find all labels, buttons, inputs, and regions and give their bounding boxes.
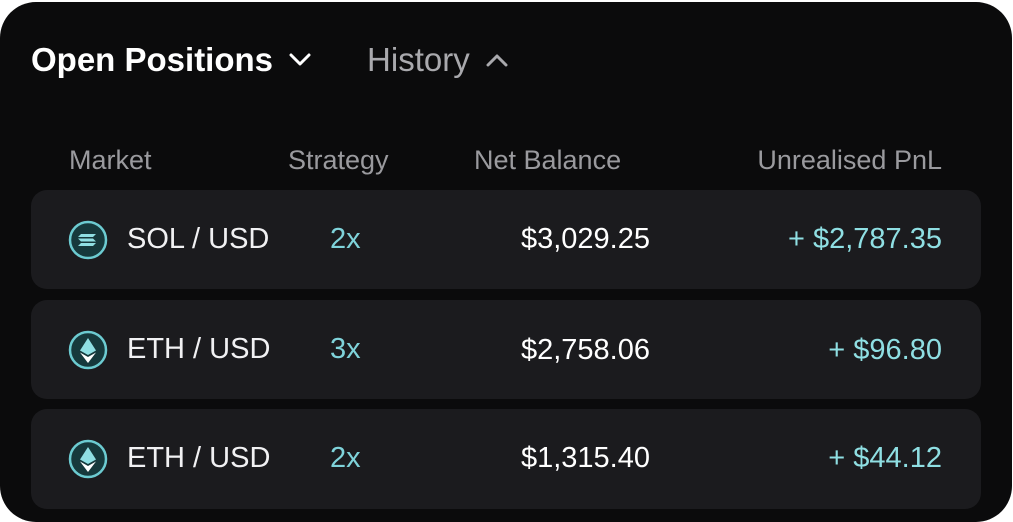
tab-open-positions-label: Open Positions [31,41,274,78]
table-row[interactable]: ETH / USD 3x $2,758.06 + $96.80 [31,300,981,399]
ethereum-icon [68,439,108,479]
strategy-leverage: 3x [330,333,361,365]
net-balance-value: $2,758.06 [520,334,650,366]
table-row[interactable]: ETH / USD 2x $1,315.40 + $44.12 [31,409,981,509]
column-header-market: Market [69,145,152,175]
chevron-up-icon [486,53,508,67]
net-balance-value: $1,315.40 [520,442,650,474]
tab-history[interactable]: History [367,41,508,79]
column-header-strategy: Strategy [288,145,389,175]
position-tabs: Open Positions History [31,38,508,82]
column-header-net-balance: Net Balance [474,145,622,175]
chevron-down-icon [289,53,311,67]
table-row[interactable]: SOL / USD 2x $3,029.25 + $2,787.35 [31,190,981,289]
market-name: ETH / USD [127,442,271,474]
unrealised-pnl-value: + $44.12 [828,442,942,474]
solana-icon [68,220,108,260]
tab-history-label: History [367,41,470,78]
unrealised-pnl-value: + $2,787.35 [787,223,942,255]
unrealised-pnl-value: + $96.80 [828,334,942,366]
market-name: ETH / USD [127,333,271,365]
strategy-leverage: 2x [330,223,361,255]
positions-panel: Open Positions History Market Strategy N… [0,2,1012,522]
ethereum-icon [68,330,108,370]
market-name: SOL / USD [127,223,270,255]
net-balance-value: $3,029.25 [520,223,650,255]
column-header-unrealised-pnl: Unrealised PnL [757,145,942,175]
strategy-leverage: 2x [330,442,361,474]
tab-open-positions[interactable]: Open Positions [31,41,311,79]
